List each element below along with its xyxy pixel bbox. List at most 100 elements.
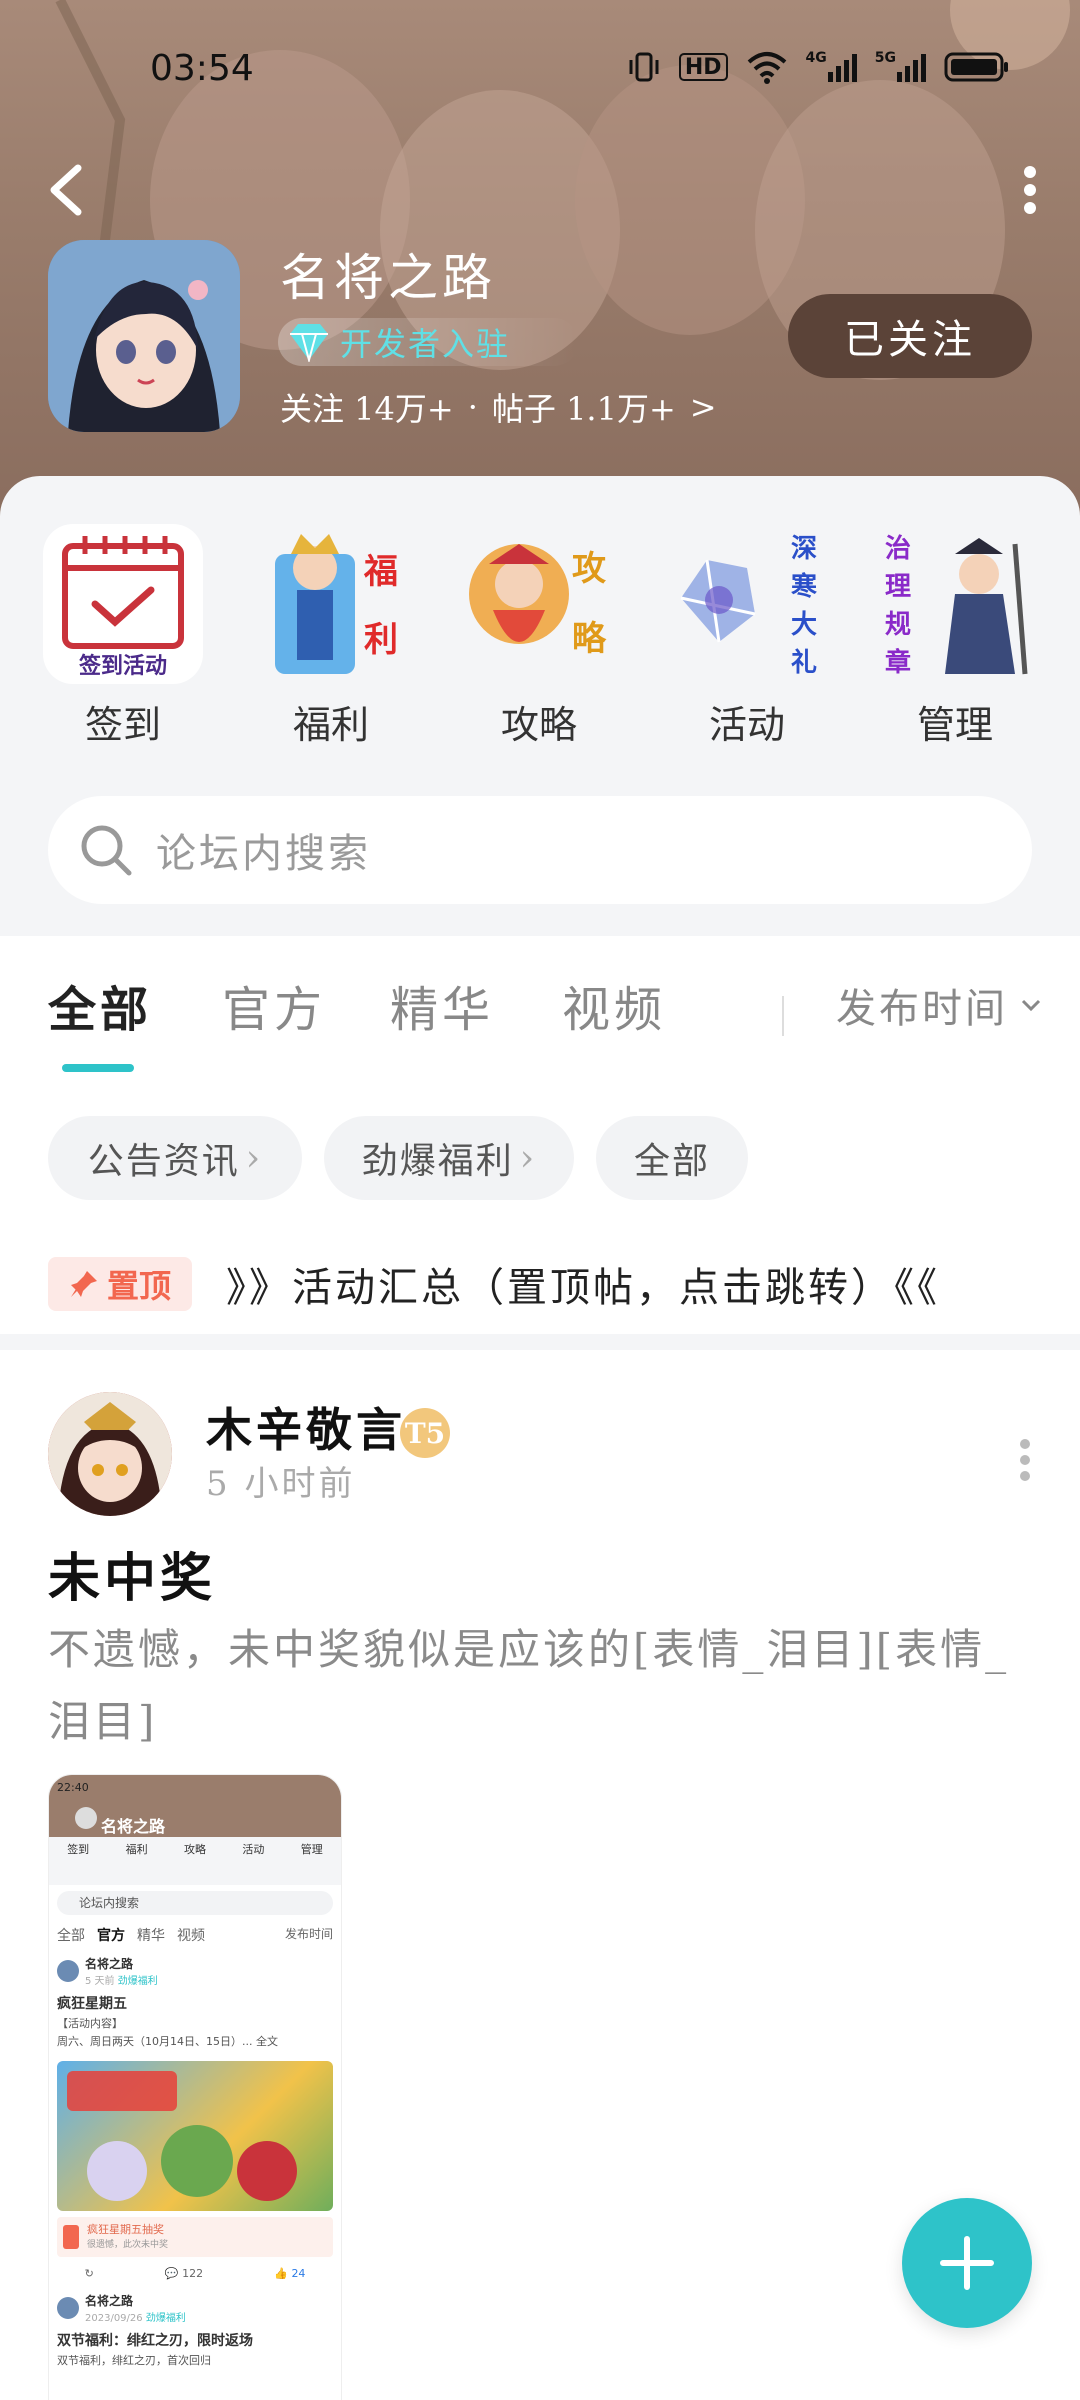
post-body: 不遗憾，未中奖貌似是应该的[表情_泪目][表情_泪目] (48, 1625, 1010, 1746)
thumb-tab: 视频 (177, 1928, 205, 1944)
back-button[interactable] (42, 160, 92, 220)
thumb-post-date: 2023/09/26 (85, 2313, 143, 2324)
stats-separator: · (467, 388, 478, 426)
forum-header: 03:54 HD 4G 5G 名将之路 开发者入驻 关注 14万+ · 帖子 1… (0, 0, 1080, 520)
thumb-quick-links: 签到 福利 攻略 活动 管理 (49, 1837, 341, 1885)
calendar-check-icon: 签到活动 (43, 524, 203, 684)
quick-link-label: 管理 (916, 703, 993, 747)
developer-badge-label: 开发者入驻 (340, 325, 511, 363)
tab-featured[interactable]: 精华 (390, 970, 494, 1040)
thumb-post-title: 双节福利：绯红之刃，限时返场 (57, 2333, 253, 2349)
thumb-likes: 👍 24 (274, 2267, 306, 2280)
section-divider (0, 1334, 1080, 1350)
thumb-post-avatar (57, 1960, 79, 1982)
pin-icon (70, 1271, 97, 1297)
thumb-lottery-card: 疯狂星期五抽奖 很遗憾，此次未中奖 (57, 2217, 333, 2257)
thumb-sort: 发布时间 (284, 1927, 333, 1941)
thumb-like-count: 24 (291, 2267, 306, 2280)
thumb-tab: 官方 (97, 1928, 125, 1944)
sort-label: 发布时间 (836, 986, 1008, 1032)
quick-link-label: 攻略 (500, 703, 577, 747)
post-more-button[interactable] (1010, 1430, 1040, 1490)
status-time: 03:54 (150, 48, 254, 89)
chip-label: 公告资讯 (87, 1141, 240, 1182)
post-author[interactable]: 木辛敬言 (206, 1394, 406, 1460)
quick-link-label: 活动 (708, 703, 785, 747)
followers-count: 关注 14万+ (280, 390, 454, 428)
thumb-search: 论坛内搜索 (57, 1891, 333, 1915)
quick-link-welfare[interactable]: 福利 福利 (246, 524, 416, 747)
chevron-right-icon: › (245, 1137, 263, 1179)
thumb-post-author: 名将之路 (85, 2294, 134, 2308)
thumb-lottery-sub: 很遗憾，此次未中奖 (87, 2240, 169, 2250)
thumb-post-2: 名将之路 2023/09/26 劲爆福利 双节福利：绯红之刃，限时返场 双节福利… (49, 2286, 341, 2374)
game-icon (48, 240, 240, 432)
post-tabs: 全部 官方 精华 视频 发布时间 (0, 936, 1080, 1076)
events-icon-text: 深寒大礼 (790, 534, 817, 678)
wifi-icon (746, 50, 788, 84)
search-placeholder: 论坛内搜索 (156, 831, 371, 877)
chip-announcements[interactable]: 公告资讯 › (48, 1116, 302, 1200)
developer-badge[interactable]: 开发者入驻 (278, 318, 578, 366)
forum-search-input[interactable]: 论坛内搜索 (48, 796, 1032, 904)
quick-link-label: 签到 (84, 703, 161, 747)
create-post-button[interactable] (902, 2198, 1032, 2328)
management-character-icon: 治理规章 (875, 524, 1035, 684)
thumb-quick-label: 攻略 (183, 1843, 206, 1856)
pinned-post-title: 》》活动汇总（置顶帖，点击跳转）《《 (226, 1265, 940, 1311)
avatar[interactable] (48, 1392, 172, 1516)
quick-link-management[interactable]: 治理规章 管理 (870, 524, 1040, 747)
thumb-quick-label: 签到 (67, 1843, 90, 1856)
more-options-button[interactable] (1010, 160, 1050, 220)
tab-video[interactable]: 视频 (562, 970, 666, 1040)
plus-icon (940, 2236, 994, 2290)
tab-all[interactable]: 全部 (48, 970, 152, 1040)
level-badge: T5 (400, 1408, 450, 1458)
status-bar: 03:54 HD 4G 5G (0, 40, 1080, 100)
follow-button[interactable]: 已关注 (788, 294, 1032, 378)
chevron-down-icon (1021, 999, 1041, 1012)
tab-separator (782, 996, 784, 1036)
tab-official[interactable]: 官方 (222, 970, 326, 1040)
pinned-tag-label: 置顶 (106, 1267, 171, 1305)
forum-stats[interactable]: 关注 14万+ · 帖子 1.1万+ > (280, 384, 717, 430)
forum-panel: 签到活动 签到 福利 福利 攻略 攻略 深寒大礼 活动 治理规章 管理 论坛内搜… (0, 476, 1080, 936)
welfare-character-icon: 福利 (251, 524, 411, 684)
quick-link-events[interactable]: 深寒大礼 活动 (662, 524, 832, 747)
thumb-comments: 💬 122 (164, 2267, 204, 2280)
post-time: 5 小时前 (206, 1464, 356, 1504)
thumb-title: 名将之路 (101, 1817, 166, 1836)
thumb-quick-label: 管理 (300, 1843, 323, 1856)
search-icon (81, 825, 132, 876)
thumb-avatar (75, 1807, 97, 1829)
chip-label: 劲爆福利 (361, 1141, 514, 1182)
status-icons: HD 4G 5G (627, 50, 1010, 84)
category-chips: 公告资讯 › 劲爆福利 › 全部 (0, 1116, 1080, 1204)
post-image-thumbnail[interactable]: 22:40 名将之路 签到 福利 攻略 活动 管理 论坛内搜索 全部 官方 精华… (48, 1774, 342, 2400)
thumb-post-line: 周六、周日两天（10月14日、15日）... 全文 (57, 2035, 278, 2048)
chip-welfare[interactable]: 劲爆福利 › (324, 1116, 574, 1200)
quick-links: 签到活动 签到 福利 福利 攻略 攻略 深寒大礼 活动 治理规章 管理 (0, 524, 1080, 747)
guide-icon-text: 攻略 (572, 549, 606, 659)
signal-4g-icon: 4G (806, 50, 857, 84)
thumb-quick-label: 活动 (242, 1843, 265, 1856)
quick-link-signin[interactable]: 签到活动 签到 (38, 524, 208, 747)
thumb-time: 22:40 (57, 1781, 89, 1794)
battery-icon (944, 50, 1010, 84)
thumb-post-line: 双节福利，绯红之刃，首次回归 (57, 2354, 211, 2367)
chip-all[interactable]: 全部 (596, 1116, 748, 1200)
pinned-tag: 置顶 (48, 1257, 192, 1311)
thumb-tab: 精华 (137, 1928, 165, 1944)
thumb-comment-count: 122 (182, 2267, 204, 2280)
thumb-post-meta: 2023/09/26 劲爆福利 (85, 2309, 186, 2324)
pinned-post[interactable]: 置顶 》》活动汇总（置顶帖，点击跳转）《《 (48, 1252, 1048, 1316)
diamond-icon (290, 324, 328, 362)
quick-link-guide[interactable]: 攻略 攻略 (454, 524, 624, 747)
thumb-tabs: 全部 官方 精华 视频 发布时间 (49, 1921, 341, 1949)
thumb-share-icon: ↻ (84, 2267, 94, 2280)
more-vertical-icon (1020, 1439, 1030, 1481)
thumb-post-meta: 5 天前 劲爆福利 (85, 1972, 158, 1987)
signal-5g-icon: 5G (875, 50, 926, 84)
posts-count: 帖子 1.1万+ (491, 390, 676, 428)
sort-dropdown[interactable]: 发布时间 (836, 976, 1042, 1034)
